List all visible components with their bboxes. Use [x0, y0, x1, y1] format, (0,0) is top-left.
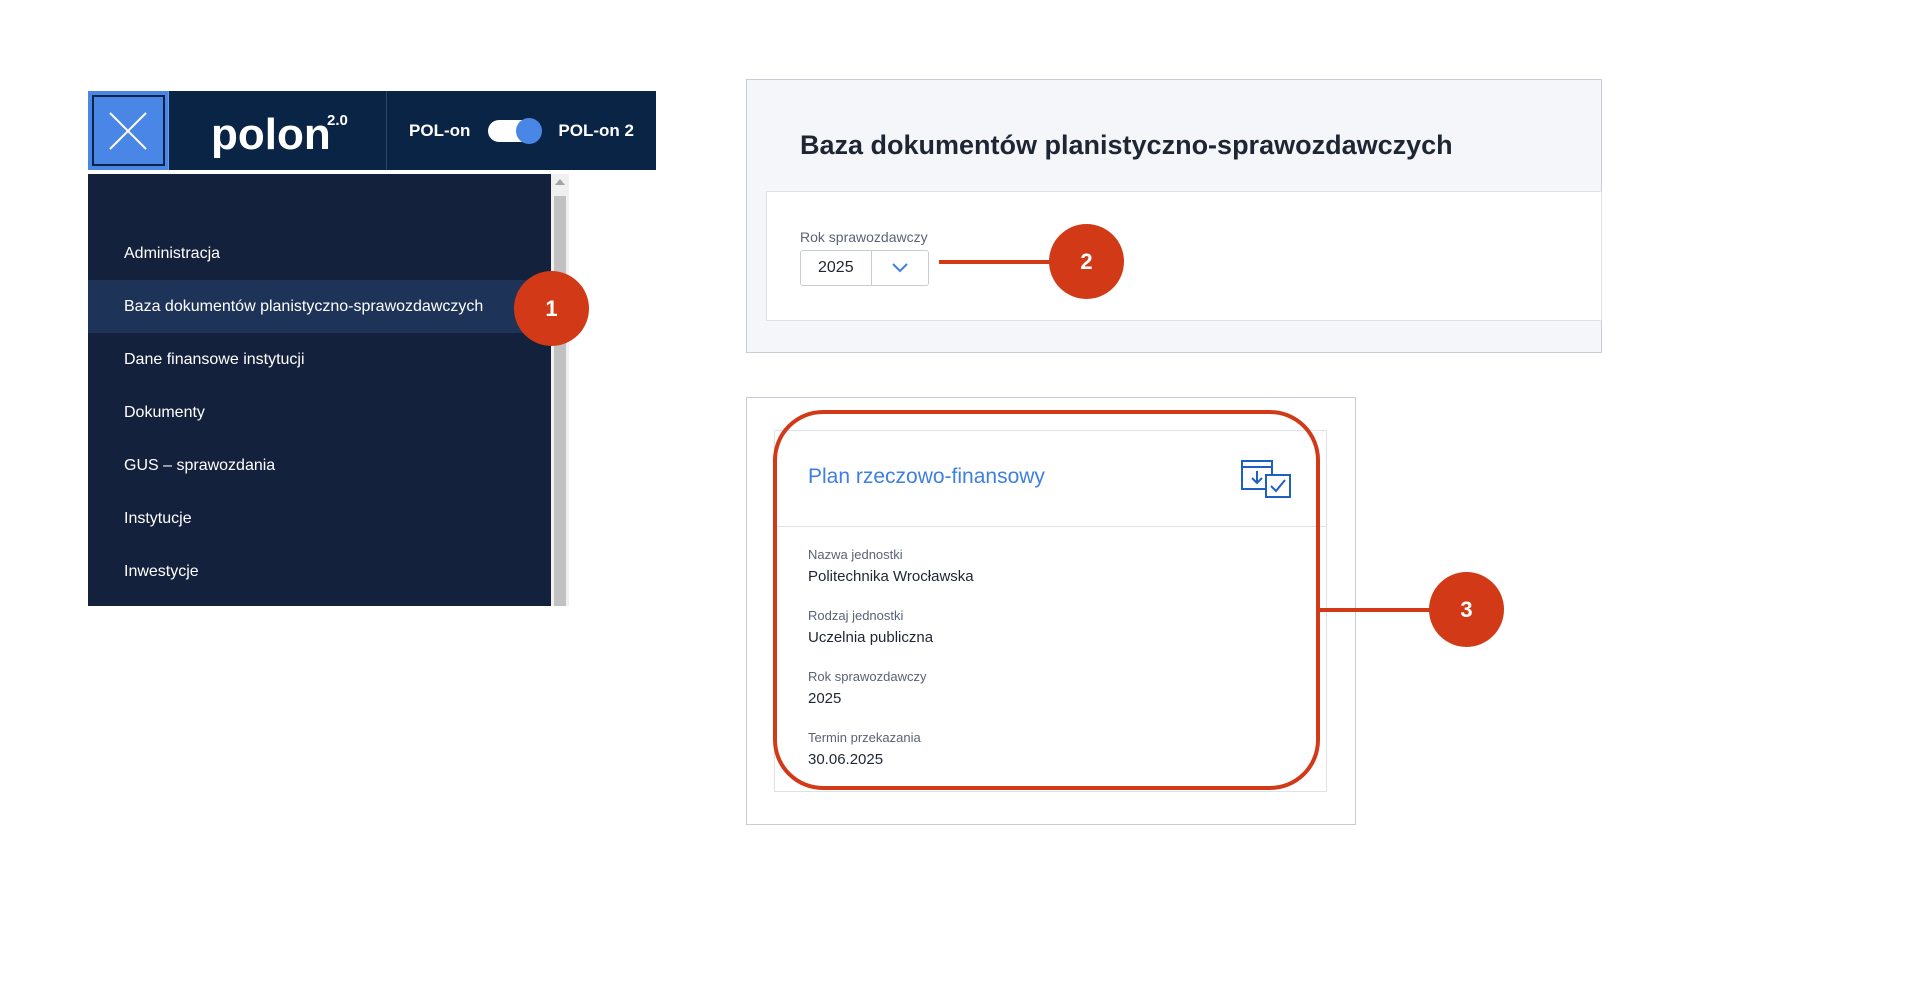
sidebar-item-dane-finansowe[interactable]: Dane finansowe instytucji — [88, 333, 551, 386]
scroll-up-arrow-icon[interactable] — [555, 179, 565, 185]
page-title: Baza dokumentów planistyczno-sprawozdawc… — [800, 130, 1453, 160]
callout-2-leader — [939, 260, 1055, 264]
toggle-left-label: POL-on — [409, 120, 471, 140]
top-bar: polon 2.0 POL-on POL-on 2 — [88, 91, 656, 170]
card-highlight-outline — [773, 410, 1320, 790]
logo-text: polon — [211, 110, 331, 159]
sidebar-item-instytucje[interactable]: Instytucje — [88, 492, 551, 545]
toggle-right-label: POL-on 2 — [558, 120, 634, 140]
sidebar-item-gus-sprawozdania[interactable]: GUS – sprawozdania — [88, 439, 551, 492]
version-toggle: POL-on POL-on 2 — [387, 91, 656, 170]
year-select[interactable]: 2025 — [800, 250, 929, 286]
sidebar-item-baza-dokumentow[interactable]: Baza dokumentów planistyczno-sprawozdawc… — [88, 280, 551, 333]
polon-logo: polon 2.0 — [211, 110, 348, 159]
callout-3-leader — [1320, 608, 1436, 612]
version-switch[interactable] — [488, 117, 543, 144]
switch-knob — [516, 117, 543, 144]
sidebar: Administracja Baza dokumentów planistycz… — [88, 174, 551, 606]
callout-3: 3 — [1429, 572, 1504, 647]
sidebar-item-inwestycje[interactable]: Inwestycje — [88, 545, 551, 598]
chevron-down-icon — [892, 263, 908, 273]
sidebar-nav: Administracja Baza dokumentów planistycz… — [88, 227, 551, 598]
year-select-toggle[interactable] — [872, 251, 928, 285]
callout-1: 1 — [514, 271, 589, 346]
callout-2: 2 — [1049, 224, 1124, 299]
close-menu-frame — [91, 95, 165, 166]
page-header-panel: Baza dokumentów planistyczno-sprawozdawc… — [746, 79, 1602, 353]
close-menu-button[interactable] — [88, 91, 169, 170]
sidebar-scrollbar[interactable] — [551, 174, 569, 606]
sidebar-item-administracja[interactable]: Administracja — [88, 227, 551, 280]
sidebar-item-dokumenty[interactable]: Dokumenty — [88, 386, 551, 439]
brand-logo[interactable]: polon 2.0 — [169, 91, 387, 170]
close-icon — [109, 111, 147, 150]
scrollbar-thumb[interactable] — [554, 196, 566, 606]
year-select-value: 2025 — [801, 251, 872, 285]
logo-version: 2.0 — [327, 112, 348, 129]
year-filter-label: Rok sprawozdawczy — [800, 229, 928, 245]
filter-section: Rok sprawozdawczy 2025 — [766, 191, 1602, 321]
